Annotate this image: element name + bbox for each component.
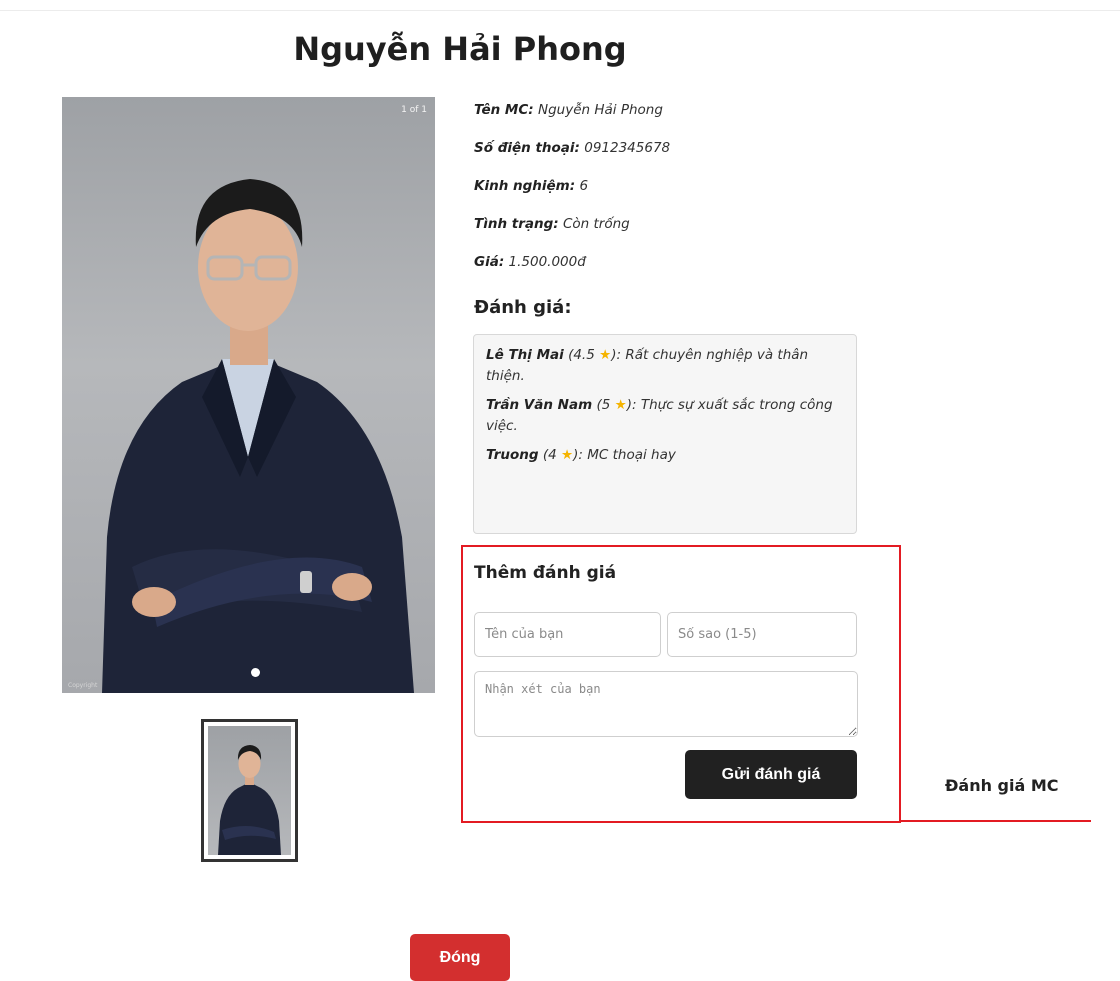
phone-value: 0912345678	[584, 140, 671, 156]
review-author: Lê Thị Mai	[486, 347, 564, 363]
annotation-label: Đánh giá MC	[945, 776, 1059, 795]
name-value: Nguyễn Hải Phong	[537, 102, 663, 118]
review-rating-close: ):	[611, 347, 622, 363]
info-experience-row: Kinh nghiệm: 6	[474, 176, 670, 214]
info-phone-row: Số điện thoại: 0912345678	[474, 138, 670, 176]
submit-review-button[interactable]: Gửi đánh giá	[685, 750, 857, 799]
review-rating: (5	[596, 397, 611, 413]
price-value: 1.500.000đ	[508, 254, 586, 270]
mc-photo[interactable]: 1 of 1 Copyright	[62, 97, 435, 693]
page-title: Nguyễn Hải Phong	[293, 30, 627, 68]
review-rating: (4.5	[568, 347, 595, 363]
review-item: Truong (4 ★): MC thoại hay	[486, 445, 844, 466]
photo-watermark: Copyright	[68, 682, 98, 689]
star-icon: ★	[561, 447, 574, 463]
mc-info: Tên MC: Nguyễn Hải Phong Số điện thoại: …	[474, 100, 670, 290]
status-label: Tình trạng:	[474, 216, 559, 232]
review-rating: (4	[542, 447, 557, 463]
experience-value: 6	[579, 178, 589, 194]
review-author: Truong	[486, 447, 539, 463]
carousel-indicator-dot[interactable]	[251, 668, 260, 677]
star-rating-input[interactable]	[667, 612, 857, 657]
mc-portrait-illustration	[102, 179, 414, 693]
review-comment: MC thoại hay	[587, 447, 676, 463]
reviews-list: Lê Thị Mai (4.5 ★): Rất chuyên nghiệp và…	[473, 334, 857, 534]
top-divider	[0, 10, 1120, 11]
review-item: Lê Thị Mai (4.5 ★): Rất chuyên nghiệp và…	[486, 345, 844, 387]
price-label: Giá:	[474, 254, 505, 270]
star-icon: ★	[614, 397, 627, 413]
review-rating-close: ):	[573, 447, 583, 463]
experience-label: Kinh nghiệm:	[474, 178, 576, 194]
review-item: Trần Văn Nam (5 ★): Thực sự xuất sắc tro…	[486, 395, 844, 437]
photo-counter: 1 of 1	[401, 105, 427, 115]
reviews-heading: Đánh giá:	[474, 297, 572, 318]
name-label: Tên MC:	[474, 102, 534, 118]
review-comment-input[interactable]	[474, 671, 858, 737]
star-icon: ★	[599, 347, 612, 363]
reviewer-name-input[interactable]	[474, 612, 661, 657]
thumbnail-portrait-illustration	[218, 745, 281, 855]
info-price-row: Giá: 1.500.000đ	[474, 252, 670, 290]
photo-thumbnail[interactable]	[201, 719, 298, 862]
annotation-pointer-line	[899, 820, 1091, 822]
review-rating-close: ):	[626, 397, 637, 413]
add-review-title: Thêm đánh giá	[474, 563, 617, 583]
status-value: Còn trống	[562, 216, 630, 232]
review-author: Trần Văn Nam	[486, 397, 593, 413]
close-button[interactable]: Đóng	[410, 934, 510, 981]
phone-label: Số điện thoại:	[474, 140, 580, 156]
info-name-row: Tên MC: Nguyễn Hải Phong	[474, 100, 670, 138]
info-status-row: Tình trạng: Còn trống	[474, 214, 670, 252]
thumbnail-image	[208, 726, 291, 855]
